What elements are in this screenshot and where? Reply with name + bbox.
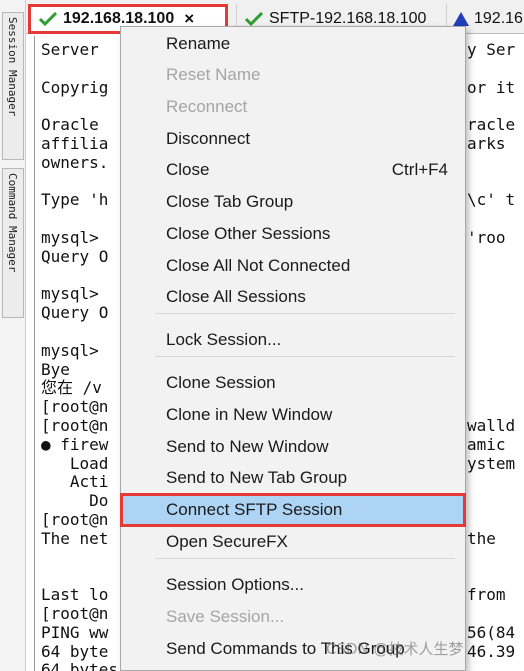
menu-item-open-securefx[interactable]: Open SecureFX <box>122 527 464 557</box>
menu-item-label: Close <box>166 160 210 179</box>
terminal-line: mysql> <box>41 340 99 360</box>
terminal-line: affilia <box>41 134 109 153</box>
terminal-line-right: racle <box>467 115 516 135</box>
menu-item-label: Reconnect <box>166 97 248 116</box>
menu-item-disconnect[interactable]: Disconnect <box>122 124 464 154</box>
menu-item-reset-name: Reset Name <box>122 60 464 90</box>
terminal-line-right: 'roo <box>467 228 506 247</box>
terminal-line-right: 46.39 <box>467 641 516 661</box>
terminal-line: Copyrig <box>41 77 109 97</box>
terminal-line: [root@n <box>41 510 109 529</box>
menu-item-connect-sftp-session[interactable]: Connect SFTP Session <box>120 493 466 527</box>
tab-context-menu: Rename Reset Name Reconnect Disconnect Close… <box>120 26 466 671</box>
menu-item-label: Clone Session <box>166 373 276 392</box>
terminal-line: Bye <box>41 359 70 379</box>
terminal-line: Query O <box>41 303 109 323</box>
command-manager-label: Command Manager <box>6 173 19 273</box>
tab-label: 192.16 <box>474 10 523 27</box>
warning-icon <box>453 12 469 26</box>
menu-item-save-session: Save Session... <box>122 602 464 632</box>
menu-item-label: Clone in New Window <box>166 405 333 424</box>
terminal-line: Last lo <box>41 585 109 605</box>
terminal-line: Load <box>41 453 109 473</box>
menu-item-close-all-sessions[interactable]: Close All Sessions <box>122 282 464 312</box>
terminal-line: [root@n <box>41 416 109 435</box>
menu-item-lock-session[interactable]: Lock Session... <box>122 325 464 355</box>
menu-item-label: Disconnect <box>166 129 251 148</box>
terminal-line: PING ww <box>41 622 109 642</box>
left-dock: Session Manager Command Manager <box>0 0 26 671</box>
terminal-line: Type 'h <box>41 190 109 210</box>
terminal-line-right: \c' t <box>467 190 516 210</box>
terminal-line: Query O <box>41 246 109 266</box>
menu-item-close[interactable]: Close Ctrl+F4 <box>122 155 464 185</box>
terminal-line: Oracle <box>41 115 99 135</box>
menu-item-reconnect: Reconnect <box>122 92 464 122</box>
terminal-line: mysql> <box>41 228 99 247</box>
watermark: CSDN @技术人生梦 <box>326 640 464 658</box>
terminal-line: 您在 /v <box>41 378 102 398</box>
menu-item-label: Close Tab Group <box>166 192 294 211</box>
terminal-line-right: y Ser <box>467 40 516 59</box>
menu-item-label: Save Session... <box>166 607 285 626</box>
menu-item-clone-session[interactable]: Clone Session <box>122 368 464 398</box>
menu-separator <box>155 558 455 559</box>
terminal-line-right: arks <box>467 134 506 153</box>
menu-item-label: Session Options... <box>166 575 304 594</box>
terminal-line-right: 56(84 <box>467 622 516 642</box>
menu-item-rename[interactable]: Rename <box>122 29 464 59</box>
menu-separator <box>155 313 455 314</box>
terminal-line-right: the <box>467 528 496 548</box>
menu-item-label: Open SecureFX <box>166 532 288 551</box>
terminal-line: The net <box>41 528 109 548</box>
menu-item-label: Close Other Sessions <box>166 224 331 243</box>
menu-item-label: Send to New Tab Group <box>166 468 348 487</box>
session-manager-tab[interactable]: Session Manager <box>2 12 24 160</box>
menu-item-label: Reset Name <box>166 65 261 84</box>
terminal-line: [root@n <box>41 604 109 623</box>
menu-item-session-options[interactable]: Session Options... <box>122 570 464 600</box>
session-manager-label: Session Manager <box>6 17 19 117</box>
terminal-line: owners. <box>41 152 109 172</box>
terminal-line-right: or it <box>467 77 516 97</box>
menu-item-send-to-new-tab-group[interactable]: Send to New Tab Group <box>122 463 464 493</box>
menu-item-send-to-new-window[interactable]: Send to New Window <box>122 432 464 462</box>
terminal-line: Do <box>41 491 109 511</box>
menu-item-label: Rename <box>166 34 231 53</box>
terminal-line: ● firew <box>41 434 109 454</box>
terminal-line: [root@n <box>41 397 109 417</box>
menu-item-label: Send to New Window <box>166 437 329 456</box>
menu-item-label: Lock Session... <box>166 330 282 349</box>
terminal-line: Acti <box>41 472 109 492</box>
terminal-line: Server <box>41 40 99 59</box>
menu-item-shortcut: Ctrl+F4 <box>391 160 448 179</box>
menu-item-close-all-not-connected[interactable]: Close All Not Connected <box>122 251 464 281</box>
connected-check-icon <box>39 12 57 26</box>
menu-item-label: Connect SFTP Session <box>166 500 343 519</box>
terminal-line: 64 byte <box>41 641 109 661</box>
menu-separator <box>155 356 455 357</box>
connected-check-icon <box>245 12 263 26</box>
command-manager-tab[interactable]: Command Manager <box>2 168 24 318</box>
menu-item-close-other-sessions[interactable]: Close Other Sessions <box>122 219 464 249</box>
terminal-line: mysql> <box>41 284 99 304</box>
terminal-line-right: walld <box>467 416 516 435</box>
menu-item-close-tab-group[interactable]: Close Tab Group <box>122 187 464 217</box>
menu-item-label: Close All Not Connected <box>166 256 351 275</box>
terminal-line-right: amic <box>467 434 506 454</box>
terminal-line-right: from <box>467 585 506 605</box>
menu-item-clone-in-new-window[interactable]: Clone in New Window <box>122 400 464 430</box>
terminal-line-right: ystem <box>467 453 516 473</box>
menu-item-label: Close All Sessions <box>166 287 306 306</box>
